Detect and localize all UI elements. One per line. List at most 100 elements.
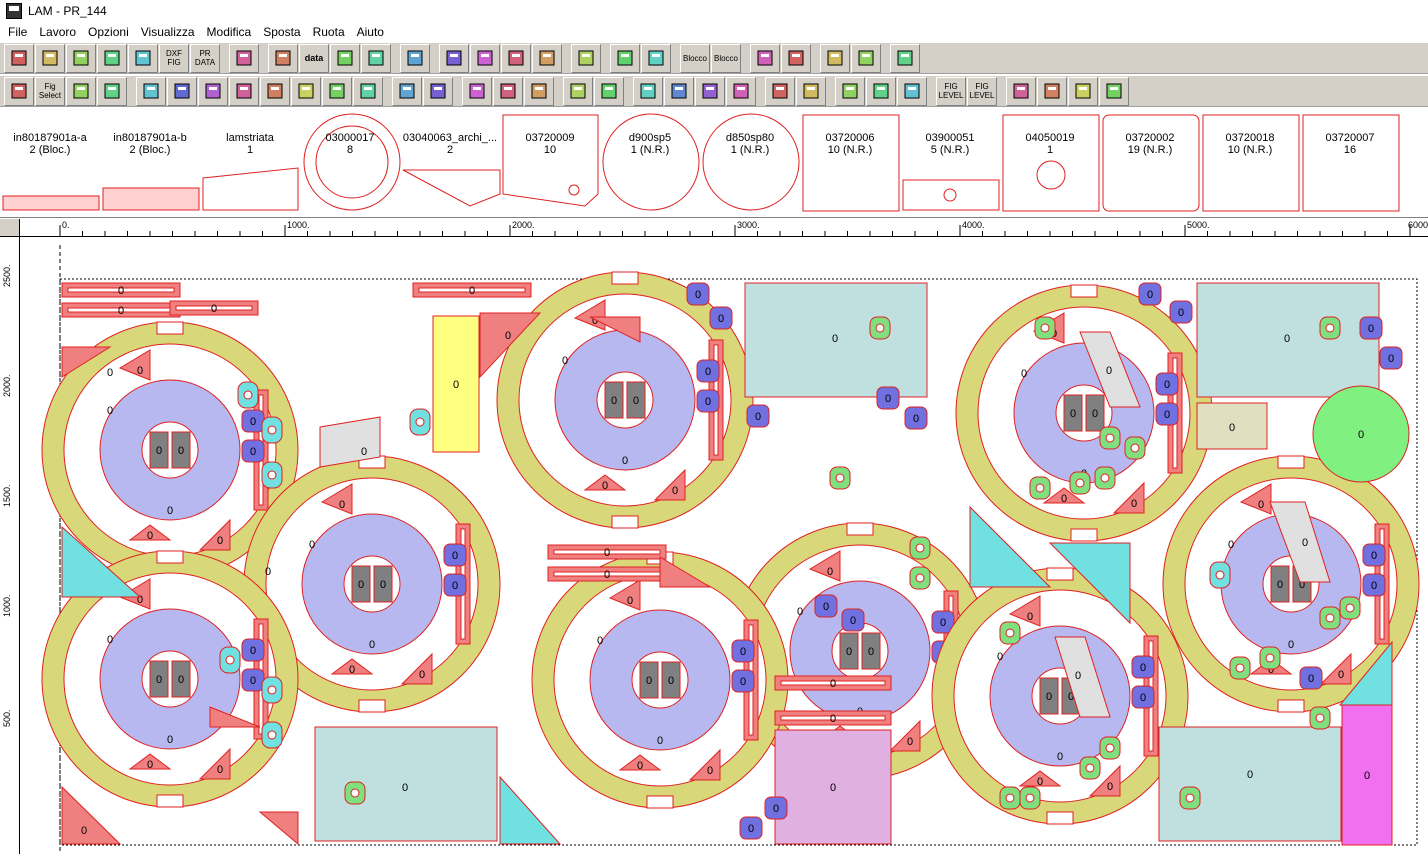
undo-icon[interactable] <box>400 43 430 73</box>
part-name: 03720009 <box>525 132 575 144</box>
help-icon[interactable] <box>820 43 850 73</box>
monitor-icon[interactable] <box>1099 76 1129 106</box>
menu-ruota[interactable]: Ruota <box>307 22 351 42</box>
cut-icon[interactable] <box>641 43 671 73</box>
nesting-canvas[interactable]: 0 0 0 0 0 0 0 0 0 0 0 0 0 0 0 0 0 0 0 0 0 0 0 0 0 0 0 0 0 0 0 0 0 0 0 0 0 0 0 0… <box>20 237 1428 854</box>
move-icon[interactable] <box>198 76 228 106</box>
part-label: 0 <box>137 365 143 377</box>
frame-icon[interactable] <box>765 76 795 106</box>
menu-modifica[interactable]: Modifica <box>201 22 258 42</box>
part-label: 0 <box>358 579 364 591</box>
bracket-hole <box>1100 473 1110 483</box>
part-thumbnail[interactable]: in80187901a-a 2 (Bloc.) <box>0 110 100 214</box>
db-import-icon[interactable] <box>470 43 500 73</box>
pointer-icon[interactable] <box>4 76 34 106</box>
part-name: 03000017 <box>325 132 375 144</box>
nest-green-icon[interactable] <box>835 76 865 106</box>
notepad-icon[interactable] <box>571 43 601 73</box>
grid-list-icon[interactable] <box>229 43 259 73</box>
menu-file[interactable]: File <box>2 22 33 42</box>
part-thumbnail[interactable]: 03720007 16 <box>1300 110 1400 214</box>
part-thumbnail[interactable]: 03000017 8 <box>300 110 400 214</box>
menu-visualizza[interactable]: Visualizza <box>135 22 201 42</box>
pr-data-icon[interactable]: PR DATA <box>190 43 220 73</box>
part-label: 0 <box>250 416 256 428</box>
parts-icon[interactable] <box>563 76 593 106</box>
dxf-fig-label: DXF FIG <box>166 49 182 67</box>
graph-icon[interactable] <box>897 76 927 106</box>
layout-icon[interactable] <box>610 43 640 73</box>
sheet-lines-icon[interactable] <box>695 76 725 106</box>
sheet-dashed-icon[interactable] <box>633 76 663 106</box>
maze-icon[interactable] <box>594 76 624 106</box>
db-filter-icon[interactable] <box>501 43 531 73</box>
print-data-icon[interactable]: data <box>299 43 329 73</box>
part-label: 0 <box>705 366 711 378</box>
open-folder-icon[interactable] <box>35 43 65 73</box>
menu-lavoro[interactable]: Lavoro <box>33 22 82 42</box>
part-thumbnail[interactable]: db <box>1400 110 1428 214</box>
blank2-icon[interactable] <box>136 76 166 106</box>
delete-grid-icon[interactable] <box>97 76 127 106</box>
rotate-icon[interactable] <box>229 76 259 106</box>
menu-aiuto[interactable]: Aiuto <box>351 22 390 42</box>
dxf-fig-icon[interactable]: DXF FIG <box>159 43 189 73</box>
sequence-icon[interactable] <box>796 76 826 106</box>
menu-sposta[interactable]: Sposta <box>257 22 306 42</box>
part-thumbnail[interactable]: 04050019 1 <box>1000 110 1100 214</box>
align-left-icon[interactable] <box>392 76 422 106</box>
bucket-icon[interactable] <box>128 43 158 73</box>
part-label: 0 <box>755 411 761 423</box>
new-icon[interactable] <box>4 43 34 73</box>
fig-select-icon[interactable]: Fig Select <box>35 76 65 106</box>
pointer-grid-icon[interactable] <box>1037 76 1067 106</box>
part-label: 0 <box>611 395 617 407</box>
save-block-icon[interactable]: Blocco <box>711 43 741 73</box>
exit-icon[interactable] <box>890 43 920 73</box>
scissors-icon[interactable] <box>1068 76 1098 106</box>
part-thumbnail[interactable]: 03720009 10 <box>500 110 600 214</box>
menu-opzioni[interactable]: Opzioni <box>82 22 135 42</box>
part-name: 03720002 <box>1125 132 1175 144</box>
db-export-icon[interactable] <box>439 43 469 73</box>
part-thumbnail[interactable]: in80187901a-b 2 (Bloc.) <box>100 110 200 214</box>
align-stair-icon[interactable] <box>423 76 453 106</box>
sheet-x-icon[interactable] <box>726 76 756 106</box>
lock-icon[interactable] <box>524 76 554 106</box>
hand-icon[interactable] <box>167 76 197 106</box>
part-thumbnail[interactable]: d850sp80 1 (N.R.) <box>700 110 800 214</box>
part-thumbnail[interactable]: 03900051 5 (N.R.) <box>900 110 1000 214</box>
part-thumbnail[interactable]: lamstriata 1 <box>200 110 300 214</box>
part-thumbnail[interactable]: 03720002 19 (N.R.) <box>1100 110 1200 214</box>
blank-icon[interactable] <box>97 43 127 73</box>
save-icon[interactable] <box>66 43 96 73</box>
part-label: 0 <box>562 355 568 367</box>
part-thumbnail[interactable]: 03720018 10 (N.R.) <box>1200 110 1300 214</box>
no-zoom-icon[interactable] <box>353 76 383 106</box>
print-icon[interactable] <box>268 43 298 73</box>
edit-icon[interactable] <box>260 76 290 106</box>
folder-stack-icon[interactable] <box>781 43 811 73</box>
parts-strip[interactable]: in80187901a-a 2 (Bloc.) in80187901a-b 2 (Bl… <box>0 110 1428 218</box>
calculator-icon[interactable] <box>330 43 360 73</box>
part-thumbnail[interactable]: d900sp5 1 (N.R.) <box>600 110 700 214</box>
folder-yellow-icon[interactable] <box>750 43 780 73</box>
part-count: 2 (Bloc.) <box>129 144 171 156</box>
sheet-delete-icon[interactable] <box>664 76 694 106</box>
fig-level2-icon[interactable]: FIG LEVEL <box>967 76 997 106</box>
print-data-label: data <box>304 52 324 63</box>
open-block-icon[interactable]: Blocco <box>680 43 710 73</box>
info-icon[interactable] <box>851 43 881 73</box>
select-area-icon[interactable] <box>462 76 492 106</box>
path-icon[interactable] <box>866 76 896 106</box>
fig-level-icon[interactable]: FIG LEVEL <box>936 76 966 106</box>
zoom-icon[interactable] <box>322 76 352 106</box>
nest-grid-icon[interactable] <box>66 76 96 106</box>
cylinder-icon[interactable] <box>493 76 523 106</box>
list-icon[interactable] <box>361 43 391 73</box>
tools-icon[interactable] <box>1006 76 1036 106</box>
part-thumbnail[interactable]: 03040063_archi_... 2 <box>400 110 500 214</box>
zoom-window-icon[interactable] <box>291 76 321 106</box>
db-link-icon[interactable] <box>532 43 562 73</box>
part-thumbnail[interactable]: 03720006 10 (N.R.) <box>800 110 900 214</box>
